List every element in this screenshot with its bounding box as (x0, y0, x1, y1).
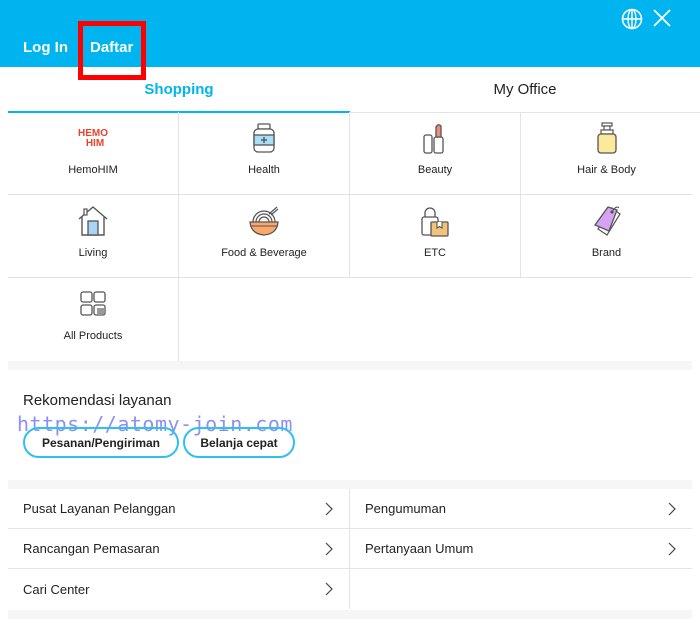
chevron-right-icon (325, 502, 333, 515)
login-link[interactable]: Log In (23, 39, 68, 56)
category-label: Brand (591, 247, 622, 259)
category-label: Health (248, 164, 280, 176)
tab-my-office[interactable]: My Office (350, 67, 700, 113)
supplement-jar-icon (247, 121, 281, 155)
category-label: Food & Beverage (221, 247, 307, 259)
category-health[interactable]: Health (179, 112, 350, 195)
empty-link-cell (350, 569, 692, 609)
logo-text-2: HIM (86, 138, 104, 149)
link-find-center[interactable]: Cari Center (8, 569, 350, 609)
divider (78, 40, 79, 55)
service-links: Pusat Layanan Pelanggan Pengumuman Ranca… (8, 489, 692, 609)
link-label: Pusat Layanan Pelanggan (23, 501, 176, 516)
link-marketing-plan[interactable]: Rancangan Pemasaran (8, 529, 350, 569)
category-label: All Products (63, 330, 123, 342)
main-tabs: Shopping My Office (8, 67, 700, 113)
category-label: HemoHIM (68, 164, 118, 176)
register-link[interactable]: Daftar (90, 39, 133, 56)
link-label: Cari Center (23, 581, 90, 597)
house-icon (76, 204, 110, 238)
category-etc[interactable]: ETC (350, 195, 521, 278)
category-label: Hair & Body (577, 164, 636, 176)
globe-icon[interactable] (621, 8, 643, 30)
category-food-beverage[interactable]: Food & Beverage (179, 195, 350, 278)
grid-icon (76, 287, 110, 321)
category-label: Living (78, 247, 108, 259)
section-divider (8, 361, 692, 370)
category-hemohim[interactable]: HEMO HIM HemoHIM (8, 112, 179, 195)
bag-box-icon (418, 204, 452, 238)
top-header: Log In Daftar (0, 0, 700, 67)
price-tag-icon (590, 204, 624, 238)
category-hair-body[interactable]: Hair & Body (521, 112, 692, 195)
link-label: Rancangan Pemasaran (23, 541, 160, 556)
noodle-bowl-icon (247, 204, 281, 238)
auth-links: Log In Daftar (23, 39, 133, 56)
category-label: ETC (424, 247, 446, 259)
quick-shop-button[interactable]: Belanja cepat (183, 427, 295, 458)
category-brand[interactable]: Brand (521, 195, 692, 278)
chevron-right-icon (325, 542, 333, 555)
empty-cell (179, 278, 350, 361)
link-customer-service[interactable]: Pusat Layanan Pelanggan (8, 489, 350, 529)
hemohim-logo-icon: HEMO HIM (76, 121, 110, 155)
category-grid: HEMO HIM HemoHIM Health Beauty Hair & Bo… (8, 112, 692, 361)
orders-shipping-button[interactable]: Pesanan/Pengiriman (23, 427, 179, 458)
recommendation-title: Rekomendasi layanan (23, 392, 172, 409)
category-living[interactable]: Living (8, 195, 179, 278)
category-beauty[interactable]: Beauty (350, 112, 521, 195)
link-label: Pengumuman (365, 501, 446, 516)
chevron-right-icon (325, 582, 333, 596)
chevron-right-icon (668, 502, 676, 515)
lipstick-icon (418, 121, 452, 155)
section-divider (8, 610, 692, 619)
category-label: Beauty (417, 164, 453, 176)
link-faq[interactable]: Pertanyaan Umum (350, 529, 692, 569)
pump-bottle-icon (590, 121, 624, 155)
chevron-right-icon (668, 542, 676, 555)
close-icon[interactable] (652, 8, 672, 28)
category-all-products[interactable]: All Products (8, 278, 179, 361)
tab-shopping[interactable]: Shopping (8, 67, 350, 113)
link-label: Pertanyaan Umum (365, 541, 474, 556)
section-divider (8, 480, 692, 489)
link-announcements[interactable]: Pengumuman (350, 489, 692, 529)
